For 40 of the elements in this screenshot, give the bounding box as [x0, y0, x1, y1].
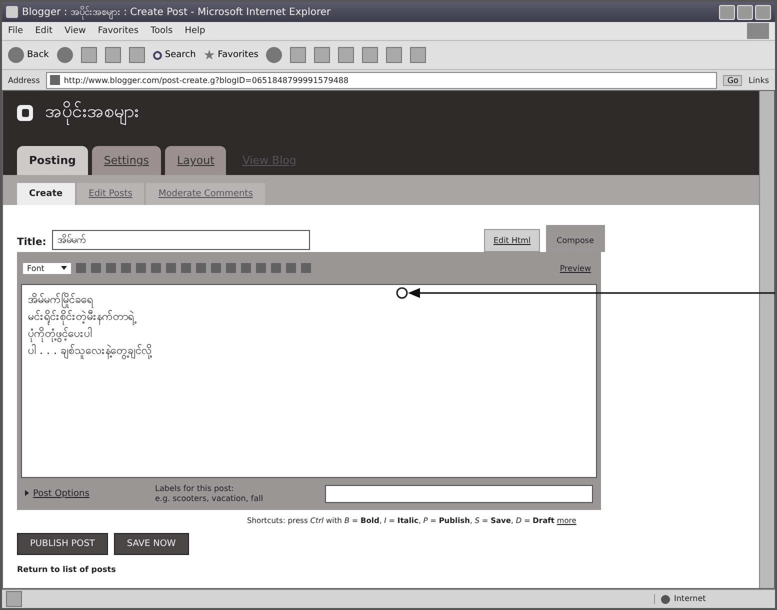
mode-tab[interactable]: Edit Html [484, 229, 540, 252]
go-button[interactable]: Go [723, 74, 742, 86]
zone-label: Internet [654, 594, 771, 604]
blog-title: အပိုင်းအစများ [45, 99, 139, 126]
menu-item[interactable]: View [64, 26, 86, 36]
menu-item[interactable]: File [8, 26, 24, 36]
menu-item[interactable]: Favorites [98, 26, 139, 36]
labels-field[interactable] [325, 485, 593, 503]
mode-tab[interactable]: Compose [546, 225, 605, 252]
browser-icon [6, 6, 18, 18]
favorites-button[interactable]: Favorites [204, 50, 258, 60]
address-field[interactable]: http://www.blogger.com/post-create.g?blogID=0651848799991579488 [46, 72, 718, 88]
return-link[interactable]: Return to list of posts [17, 565, 745, 574]
tab[interactable]: Posting [17, 146, 88, 175]
maximize-button[interactable] [737, 4, 753, 20]
sub-tab[interactable]: Moderate Comments [146, 183, 265, 205]
sub-tab[interactable]: Create [17, 183, 75, 205]
back-button[interactable]: Back [8, 47, 49, 63]
address-label: Address [8, 76, 40, 84]
save-button[interactable]: SAVE NOW [114, 533, 189, 555]
publish-button[interactable]: PUBLISH POST [17, 533, 108, 555]
search-button[interactable]: Search [152, 50, 196, 60]
window-title: Blogger : အပိုင်းအစများ : Create Post - Microsoft Internet Explorer [22, 5, 332, 20]
font-dropdown[interactable]: Font [23, 262, 71, 274]
menu-item[interactable]: Help [184, 26, 206, 36]
scrollbar[interactable] [759, 91, 774, 588]
close-button[interactable] [755, 4, 771, 20]
minimize-button[interactable] [719, 4, 735, 20]
title-label: Title: [17, 237, 46, 248]
tab[interactable]: Layout [165, 146, 226, 175]
tab[interactable]: Settings [92, 146, 162, 175]
menu-item[interactable]: Edit [35, 26, 52, 36]
preview-link[interactable]: Preview [560, 264, 591, 272]
title-field[interactable]: အိမ်မက် [52, 230, 310, 250]
menu-item[interactable]: Tools [150, 26, 173, 36]
post-body-field[interactable]: အိမ်မက်မြိုင်ခရေ မင်းရိုင်းစိုင်းတဲ့မီးနက်တာရဲ့ ပုံကိုတုံ့ဖွင့်ပေးပါ ပါ . . . ချစ်သူလေးနဲ့တွေ့ချင်လို့ [21, 284, 597, 478]
links-label[interactable]: Links [748, 76, 769, 84]
post-options-link[interactable]: Post Options [25, 489, 135, 499]
sub-tab[interactable]: Edit Posts [76, 183, 144, 205]
labels-hint: Labels for this post: e.g. scooters, vacation, fall [155, 484, 264, 504]
